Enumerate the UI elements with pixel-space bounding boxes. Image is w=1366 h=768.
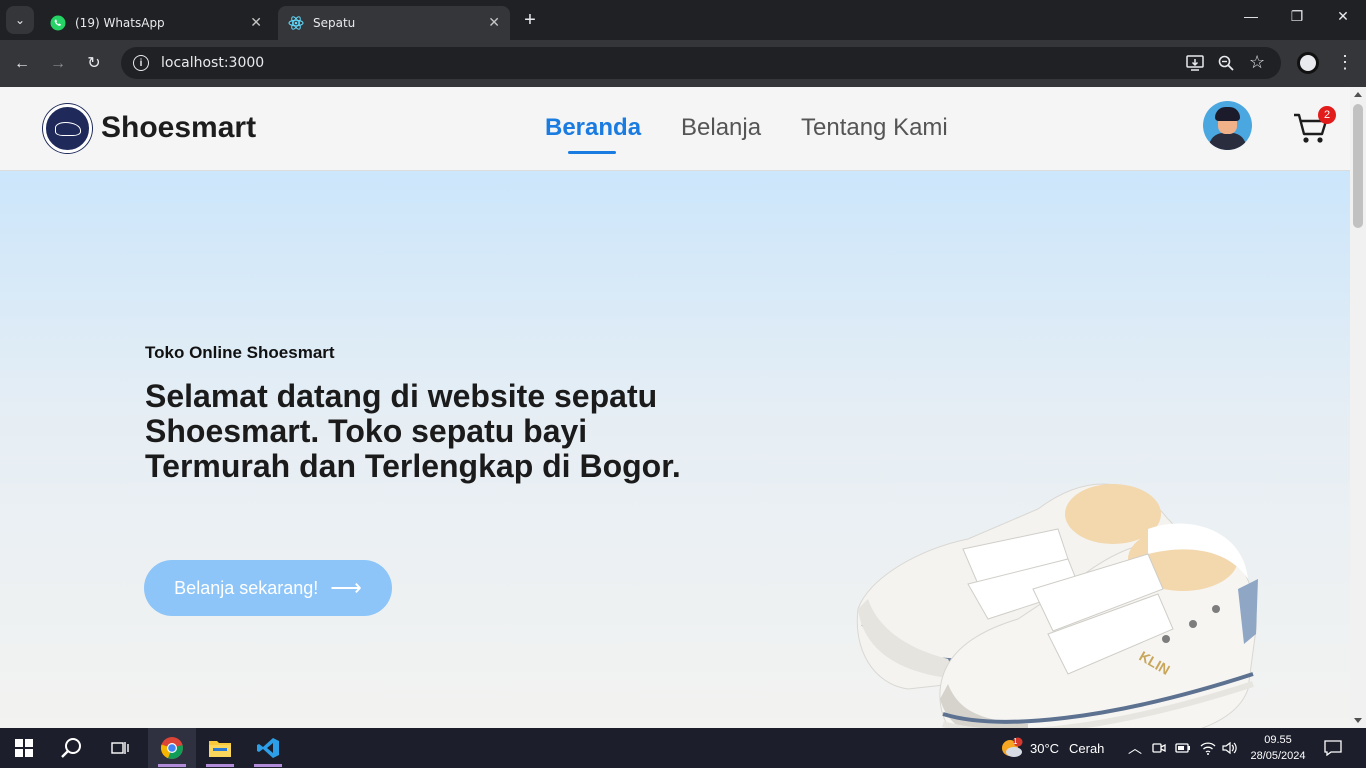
react-icon bbox=[288, 15, 304, 31]
chevron-down-icon: ⌄ bbox=[14, 13, 26, 27]
weather-icon[interactable] bbox=[998, 728, 1026, 768]
meet-now-icon[interactable] bbox=[1151, 728, 1167, 768]
cart-count-badge: 2 bbox=[1318, 106, 1336, 124]
search-icon[interactable] bbox=[48, 728, 96, 768]
page-viewport: Shoesmart Beranda Belanja Tentang Kami 2… bbox=[0, 87, 1350, 728]
volume-icon[interactable] bbox=[1221, 728, 1239, 768]
kebab-menu-icon[interactable]: ⋮ bbox=[1336, 52, 1354, 73]
task-view-icon[interactable] bbox=[96, 728, 144, 768]
active-nav-underline bbox=[568, 151, 616, 154]
new-tab-plus-icon[interactable]: + bbox=[518, 9, 542, 33]
windows-taskbar: 1 30°C Cerah ︿ 09.55 28/05/2024 bbox=[0, 728, 1366, 768]
chrome-taskbar-icon[interactable] bbox=[148, 728, 196, 768]
hero-eyebrow: Toko Online Shoesmart bbox=[145, 343, 335, 362]
wifi-icon[interactable] bbox=[1199, 728, 1217, 768]
profile-avatar-icon[interactable] bbox=[1297, 52, 1319, 74]
forward-arrow-icon[interactable]: → bbox=[45, 51, 71, 77]
nav-link-belanja[interactable]: Belanja bbox=[681, 114, 761, 142]
windows-start-icon[interactable] bbox=[0, 728, 48, 768]
weather-badge: 1 bbox=[1013, 737, 1018, 746]
tab-title: Sepatu bbox=[313, 16, 356, 30]
url-text[interactable]: localhost:3000 bbox=[161, 55, 264, 71]
user-avatar[interactable] bbox=[1203, 101, 1252, 150]
vscode-icon[interactable] bbox=[244, 728, 292, 768]
close-icon[interactable]: ✕ bbox=[488, 15, 500, 31]
back-arrow-icon[interactable]: ← bbox=[9, 51, 35, 77]
arrow-right-icon: ⟶ bbox=[330, 575, 362, 600]
nav-link-tentang-kami[interactable]: Tentang Kami bbox=[801, 114, 948, 142]
clock-date: 28/05/2024 bbox=[1250, 750, 1306, 762]
scrollbar-thumb[interactable] bbox=[1353, 104, 1363, 228]
bookmark-star-icon[interactable]: ☆ bbox=[1249, 52, 1265, 73]
chevron-up-icon[interactable]: ︿ bbox=[1128, 728, 1142, 768]
notification-icon[interactable] bbox=[1320, 728, 1346, 768]
minimize-icon[interactable]: — bbox=[1236, 8, 1266, 24]
system-clock[interactable]: 09.55 28/05/2024 bbox=[1248, 732, 1308, 764]
battery-icon[interactable] bbox=[1174, 728, 1192, 768]
shoesmart-logo-icon[interactable] bbox=[43, 104, 92, 153]
zoom-icon[interactable] bbox=[1218, 55, 1234, 75]
install-app-icon[interactable] bbox=[1186, 55, 1204, 75]
brand-name[interactable]: Shoesmart bbox=[101, 111, 256, 145]
address-bar[interactable]: i localhost:3000 ☆ bbox=[121, 47, 1281, 79]
browser-toolbar: ← → ↻ i localhost:3000 ☆ ⋮ bbox=[0, 40, 1366, 87]
browser-tab-sepatu[interactable]: Sepatu ✕ bbox=[278, 6, 510, 40]
shop-now-label: Belanja sekarang! bbox=[174, 577, 319, 598]
weather-temp[interactable]: 30°C bbox=[1030, 728, 1059, 768]
tab-title: (19) WhatsApp bbox=[75, 16, 165, 30]
site-info-icon[interactable]: i bbox=[133, 55, 149, 71]
avatar-hair bbox=[1215, 107, 1240, 121]
whatsapp-icon bbox=[50, 15, 66, 31]
weather-desc[interactable]: Cerah bbox=[1069, 728, 1104, 768]
scroll-down-arrow-icon[interactable] bbox=[1354, 718, 1362, 723]
reload-icon[interactable]: ↻ bbox=[81, 51, 107, 77]
hero-section: Toko Online Shoesmart Selamat datang di … bbox=[0, 171, 1350, 728]
restore-icon[interactable]: ❐ bbox=[1282, 8, 1312, 25]
nav-link-beranda[interactable]: Beranda bbox=[545, 114, 641, 142]
browser-tab-strip: ⌄ (19) WhatsApp ✕ Sepatu ✕ + — ❐ ✕ bbox=[0, 0, 1366, 40]
avatar-body bbox=[1209, 133, 1246, 150]
scroll-up-arrow-icon[interactable] bbox=[1354, 92, 1362, 97]
baby-shoe-image: KLIN bbox=[856, 483, 1258, 728]
close-icon[interactable]: ✕ bbox=[250, 15, 262, 31]
close-window-icon[interactable]: ✕ bbox=[1328, 8, 1358, 25]
site-navbar: Shoesmart Beranda Belanja Tentang Kami 2 bbox=[0, 87, 1350, 171]
file-explorer-icon[interactable] bbox=[196, 728, 244, 768]
clock-time: 09.55 bbox=[1264, 734, 1292, 746]
tab-search-button[interactable]: ⌄ bbox=[6, 6, 34, 34]
shop-now-button[interactable]: Belanja sekarang! ⟶ bbox=[144, 560, 392, 616]
page-scrollbar[interactable] bbox=[1350, 87, 1366, 728]
browser-tab-whatsapp[interactable]: (19) WhatsApp ✕ bbox=[40, 6, 272, 40]
hero-title: Selamat datang di website sepatu Shoesma… bbox=[145, 378, 681, 484]
